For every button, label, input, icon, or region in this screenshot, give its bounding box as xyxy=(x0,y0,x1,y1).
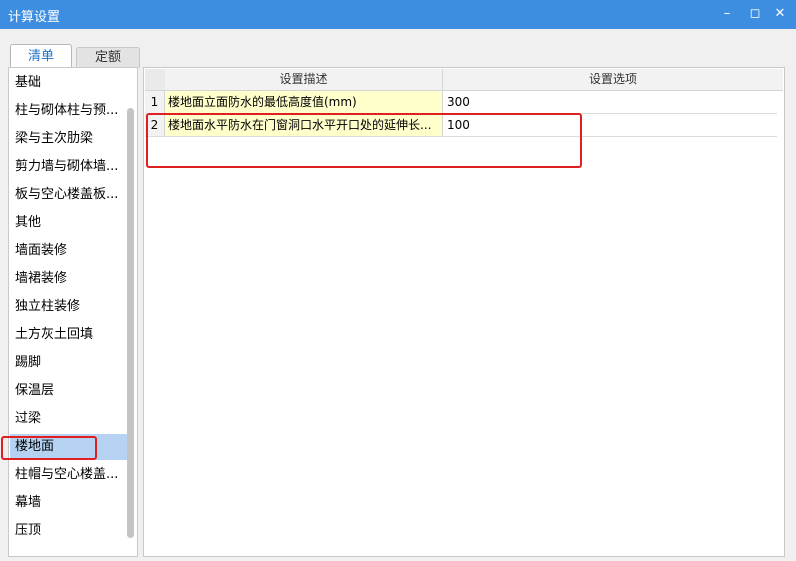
highlight-box-row xyxy=(146,113,582,168)
setting-description: 楼地面立面防水的最低高度值(mm) xyxy=(165,91,443,114)
row-header-corner xyxy=(145,69,165,91)
row-number: 1 xyxy=(145,91,165,114)
list-item[interactable]: 土方灰土回填 xyxy=(10,322,127,348)
list-item[interactable]: 墙裙装修 xyxy=(10,266,127,292)
window-title: 计算设置 xyxy=(8,10,61,25)
list-item[interactable]: 剪力墙与砌体墙... xyxy=(10,154,127,180)
list-item[interactable]: 踢脚 xyxy=(10,350,127,376)
tab-dinge[interactable]: 定额 xyxy=(76,47,140,68)
list-item[interactable]: 幕墙 xyxy=(10,490,127,516)
list-item[interactable]: 独立柱装修 xyxy=(10,294,127,320)
minimize-icon[interactable]: – xyxy=(715,4,739,24)
category-list: 基础 柱与砌体柱与预... 梁与主次肋梁 剪力墙与砌体墙... 板与空心楼盖板.… xyxy=(8,67,138,557)
list-item[interactable]: 基础 xyxy=(10,70,127,96)
list-item[interactable]: 过梁 xyxy=(10,406,127,432)
list-item[interactable]: 板与空心楼盖板... xyxy=(10,182,127,208)
title-bar: 计算设置 – ◻ ✕ xyxy=(0,0,796,29)
list-item[interactable]: 其他 xyxy=(10,210,127,236)
close-icon[interactable]: ✕ xyxy=(768,4,792,24)
list-item[interactable]: 墙面装修 xyxy=(10,238,127,264)
column-header-desc: 设置描述 xyxy=(165,69,443,91)
list-item[interactable]: 柱帽与空心楼盖... xyxy=(10,462,127,488)
sidebar-scrollbar[interactable] xyxy=(127,108,134,538)
list-item[interactable]: 柱与砌体柱与预... xyxy=(10,98,127,124)
list-item[interactable]: 压顶 xyxy=(10,518,127,544)
list-item[interactable]: 保温层 xyxy=(10,378,127,404)
highlight-box-sidebar xyxy=(1,436,97,460)
setting-value[interactable]: 300 xyxy=(443,91,777,114)
column-header-option: 设置选项 xyxy=(443,69,783,91)
list-item[interactable]: 梁与主次肋梁 xyxy=(10,126,127,152)
restore-icon[interactable]: ◻ xyxy=(743,4,767,24)
